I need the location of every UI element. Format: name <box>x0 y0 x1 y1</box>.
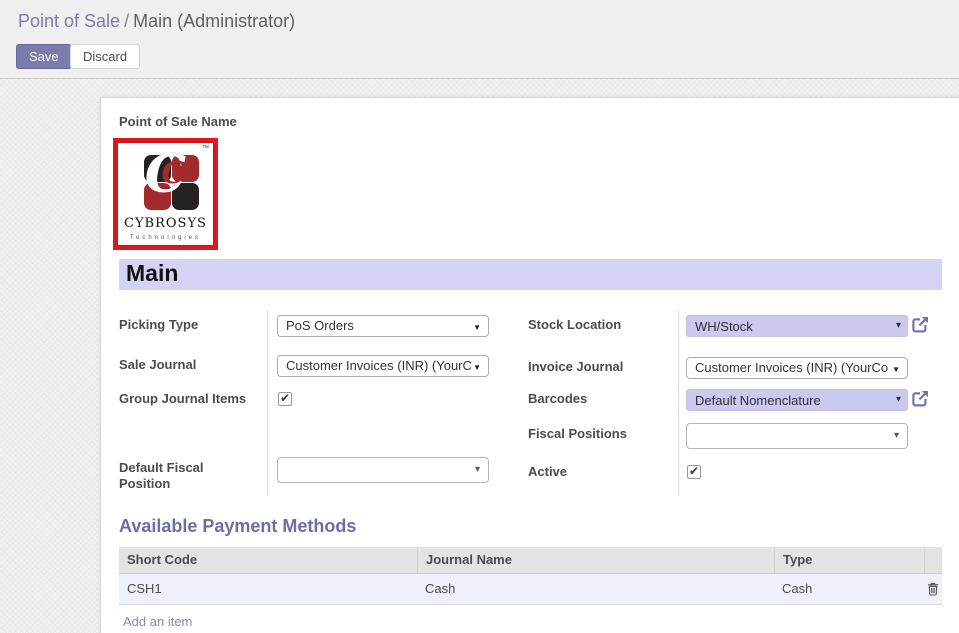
right-group-divider <box>678 310 679 496</box>
barcodes-external-link-icon[interactable] <box>912 390 929 407</box>
barcodes-field[interactable]: Default Nomenclature ▾ <box>686 389 908 411</box>
picking-type-label: Picking Type <box>119 317 259 333</box>
fiscal-positions-label: Fiscal Positions <box>528 426 673 442</box>
combo-caret-icon[interactable]: ▾ <box>894 430 899 441</box>
logo-monogram-inner: C <box>126 145 213 203</box>
column-header-journal-name[interactable]: Journal Name <box>417 547 774 573</box>
breadcrumb-separator: / <box>120 11 133 31</box>
pos-name-label: Point of Sale Name <box>119 114 237 129</box>
combo-caret-icon[interactable]: ▾ <box>896 320 901 331</box>
dropdown-arrow-icon: ▼ <box>892 365 900 374</box>
stock-location-label: Stock Location <box>528 317 673 333</box>
stock-location-field[interactable]: WH/Stock ▾ <box>686 315 908 337</box>
table-row[interactable]: CSH1 Cash Cash <box>119 574 942 605</box>
invoice-journal-label: Invoice Journal <box>528 359 673 375</box>
form-sheet: Point of Sale Name ™ C C CYBROSYS Techno… <box>100 97 959 633</box>
group-journal-items-label: Group Journal Items <box>119 391 269 407</box>
fiscal-positions-input[interactable]: ▾ <box>686 423 908 449</box>
column-header-actions <box>924 547 942 573</box>
table-header-row: Short Code Journal Name Type <box>119 547 942 574</box>
record-title: Main <box>119 259 942 287</box>
barcodes-label: Barcodes <box>528 391 673 407</box>
logo-image: ™ C C CYBROSYS Technologies <box>118 143 213 245</box>
column-header-type[interactable]: Type <box>774 547 924 573</box>
discard-button[interactable]: Discard <box>70 44 140 69</box>
column-header-short-code[interactable]: Short Code <box>119 547 417 573</box>
active-checkbox[interactable]: ✔ <box>687 465 701 479</box>
cell-short-code[interactable]: CSH1 <box>119 574 417 604</box>
breadcrumb-point-of-sale[interactable]: Point of Sale <box>18 11 120 31</box>
combo-caret-icon[interactable]: ▾ <box>896 394 901 405</box>
add-an-item-link[interactable]: Add an item <box>123 614 192 629</box>
breadcrumb-current: Main (Administrator) <box>133 11 295 31</box>
control-panel: Point of Sale/Main (Administrator) Save … <box>0 0 959 79</box>
invoice-journal-select[interactable]: Customer Invoices (INR) (YourCo ▼ <box>686 357 908 379</box>
save-button[interactable]: Save <box>16 44 72 69</box>
cell-actions <box>924 574 942 604</box>
default-fiscal-position-label: Default Fiscal Position <box>119 460 229 492</box>
checkmark-icon: ✔ <box>280 391 290 405</box>
company-logo[interactable]: ™ C C CYBROSYS Technologies <box>113 138 218 250</box>
dropdown-arrow-icon: ▼ <box>473 363 481 372</box>
payment-methods-table: Short Code Journal Name Type CSH1 Cash C… <box>119 547 942 605</box>
breadcrumb: Point of Sale/Main (Administrator) <box>18 11 295 32</box>
stock-location-external-link-icon[interactable] <box>912 316 929 333</box>
logo-subtitle-text: Technologies <box>118 235 213 241</box>
picking-type-select[interactable]: PoS Orders ▼ <box>277 315 489 337</box>
active-label: Active <box>528 464 673 480</box>
group-journal-items-checkbox[interactable]: ✔ <box>278 392 292 406</box>
cell-type[interactable]: Cash <box>774 574 924 604</box>
delete-row-icon[interactable] <box>927 582 939 596</box>
record-title-field[interactable]: Main <box>119 259 942 290</box>
pos-config-page: Point of Sale/Main (Administrator) Save … <box>0 0 959 633</box>
default-fiscal-position-input[interactable]: ▾ <box>277 457 489 483</box>
sale-journal-label: Sale Journal <box>119 357 259 373</box>
combo-caret-icon[interactable]: ▾ <box>475 464 480 475</box>
cell-journal-name[interactable]: Cash <box>417 574 774 604</box>
sale-journal-select[interactable]: Customer Invoices (INR) (YourC ▼ <box>277 355 489 377</box>
payment-methods-heading: Available Payment Methods <box>119 516 356 537</box>
dropdown-arrow-icon: ▼ <box>473 323 481 332</box>
checkmark-icon: ✔ <box>689 464 699 478</box>
logo-brand-text: CYBROSYS <box>118 216 213 231</box>
